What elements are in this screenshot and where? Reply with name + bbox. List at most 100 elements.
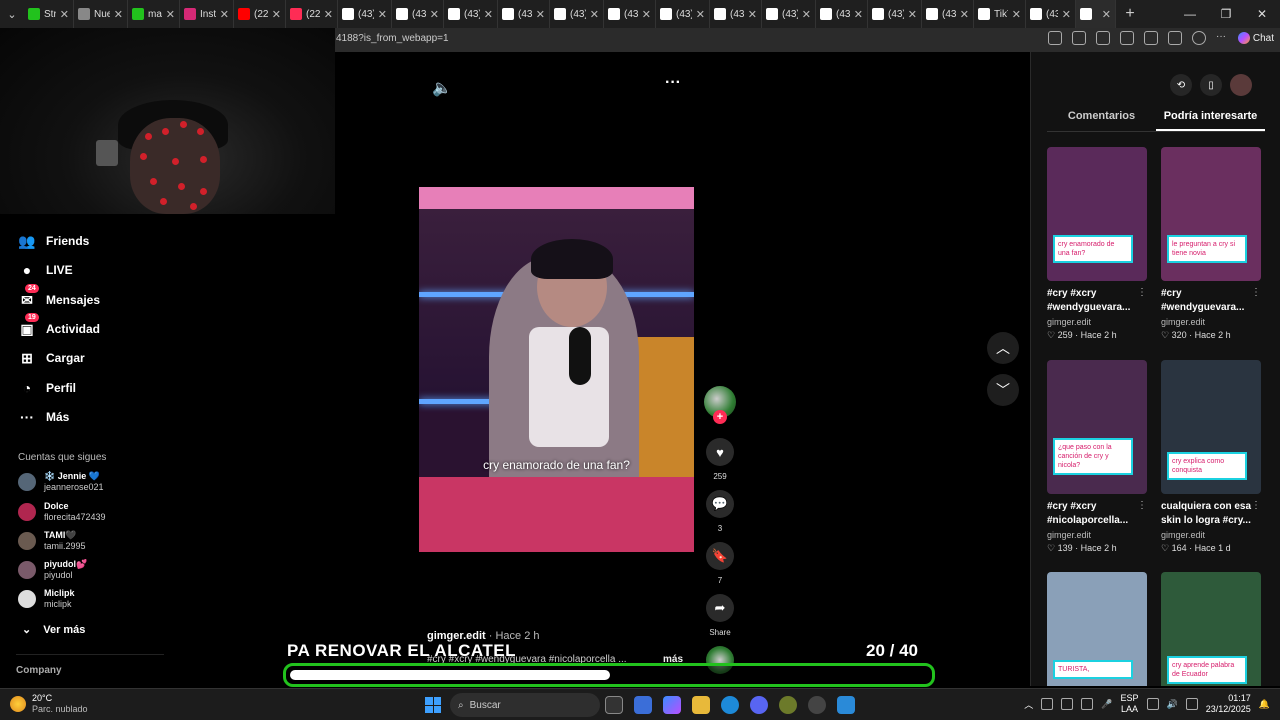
creator-avatar[interactable]: + [702,386,738,424]
comment-icon[interactable]: 💬 [706,490,734,518]
next-video-button[interactable]: ﹀ [987,374,1019,406]
close-tab-icon[interactable]: ✕ [220,8,229,21]
tab-comments[interactable]: Comentarios [1047,110,1156,131]
card-menu-icon[interactable]: ⋮ [1251,287,1261,298]
following-account[interactable]: TAMI🖤 tamii.2995 [18,528,218,554]
tray-chevron-icon[interactable]: ︿ [1024,698,1033,711]
sidebar-item-más[interactable]: ··· Más [18,406,69,428]
sidebar-item-friends[interactable]: 👥 Friends [18,230,89,252]
copilot-app-icon[interactable] [663,696,681,714]
close-tab-icon[interactable]: ✕ [430,8,439,21]
card-title[interactable]: #cry #xcry #wendyguevara... [1047,287,1139,315]
follow-plus-icon[interactable]: + [713,410,727,424]
card-title[interactable]: #cry #xcry #nicolaporcella... [1047,500,1139,528]
notification-bell-icon[interactable]: 🔔 [1259,699,1270,710]
security-icon[interactable] [1168,31,1182,45]
heart-icon[interactable]: ♥ [706,438,734,466]
browser-tab[interactable]: (43) ✕ [338,0,392,28]
browser-tab[interactable]: ✕ [1076,0,1116,28]
browser-tab[interactable]: TikT ✕ [974,0,1026,28]
user-avatar[interactable] [1230,74,1252,96]
browser-tab[interactable]: (43) ✕ [656,0,710,28]
settings-menu-icon[interactable]: ··· [1216,31,1230,45]
store-icon[interactable] [634,696,652,714]
clock[interactable]: 01:17 23/12/2025 [1206,693,1251,715]
sidebar-item-mensajes[interactable]: ✉ 24 Mensajes [18,284,100,311]
edge-icon[interactable] [721,696,739,714]
browser-tab[interactable]: (43) ✕ [762,0,816,28]
recommended-video-card[interactable]: cry aprende palabra de Ecuador [1161,572,1261,686]
battery-icon[interactable] [1185,698,1198,710]
volume-tray-icon[interactable]: 🔊 [1167,699,1178,710]
close-tab-icon[interactable]: ✕ [324,8,333,21]
video-thumbnail[interactable]: cry aprende palabra de Ecuador [1161,572,1261,686]
recommended-video-card[interactable]: cry explica como conquista cualquiera con… [1161,360,1261,554]
close-tab-icon[interactable]: ✕ [590,8,599,21]
close-tab-icon[interactable]: ✕ [1012,8,1021,21]
browser-tab[interactable]: (22) ✕ [234,0,286,28]
browser-tab[interactable]: (43) ✕ [498,0,550,28]
recommended-video-card[interactable]: ¿que paso con la canción de cry y nicola… [1047,360,1147,554]
close-tab-icon[interactable]: ✕ [60,8,69,21]
following-account[interactable]: Miclipk miclipk [18,586,218,612]
close-tab-icon[interactable]: ✕ [642,8,651,21]
language-indicator[interactable]: ESP LAA [1121,693,1139,715]
url-field[interactable]: 4188?is_from_webapp=1 [336,33,449,44]
close-tab-icon[interactable]: ✕ [114,8,123,21]
close-tab-icon[interactable]: ✕ [166,8,175,21]
close-tab-icon[interactable]: ✕ [1062,8,1071,21]
see-more-button[interactable]: ⌄ Ver más [22,623,85,637]
video-thumbnail[interactable]: cry enamorado de una fan? [1047,147,1147,281]
share-icon[interactable]: ➦ [706,594,734,622]
card-menu-icon[interactable]: ⋮ [1251,500,1261,511]
close-tab-icon[interactable]: ✕ [484,8,493,21]
sidebar-item-live[interactable]: ● LIVE [18,259,73,281]
browser-tab[interactable]: (43) ✕ [550,0,604,28]
windows-start-icon[interactable] [425,697,441,713]
card-author[interactable]: gimger.edit [1047,530,1147,540]
weather-widget[interactable]: 20°C Parc. nublado [10,693,88,715]
video-thumbnail[interactable]: TURISTA, [1047,572,1147,686]
tray-app-icon[interactable] [1061,698,1074,710]
sidebar-item-actividad[interactable]: ▣ 19 Actividad [18,313,100,340]
discord-icon[interactable] [750,696,768,714]
comment-button[interactable]: 💬 3 [702,490,738,533]
close-tab-icon[interactable]: ✕ [696,8,705,21]
maximize-icon[interactable]: ❐ [1208,0,1244,28]
close-tab-icon[interactable]: ✕ [960,8,969,21]
browser-tab[interactable]: Nue ✕ [74,0,128,28]
sidebar-item-perfil[interactable]: ◔ Perfil [18,377,76,399]
open-app-icon[interactable] [1048,31,1062,45]
card-author[interactable]: gimger.edit [1161,530,1261,540]
close-window-icon[interactable]: ✕ [1244,0,1280,28]
browser-tab[interactable]: (43) ✕ [444,0,498,28]
following-account[interactable]: Dolce florecita472439 [18,499,218,525]
close-tab-icon[interactable]: ✕ [536,8,545,21]
card-menu-icon[interactable]: ⋮ [1137,500,1147,511]
card-title[interactable]: cualquiera con esa skin lo logra #cry... [1161,500,1253,528]
copilot-chat-button[interactable]: Chat [1237,32,1274,44]
card-author[interactable]: gimger.edit [1047,317,1147,327]
close-tab-icon[interactable]: ✕ [378,8,387,21]
obs-icon[interactable] [808,696,826,714]
close-tab-icon[interactable]: ✕ [908,8,917,21]
network-icon[interactable] [1146,698,1159,710]
following-account[interactable]: piyudol💕 piyudol [18,557,218,583]
app-icon[interactable] [779,696,797,714]
tray-app-icon[interactable] [1081,698,1094,710]
browser-tab[interactable]: (43) ✕ [816,0,868,28]
video-thumbnail[interactable]: ¿que paso con la canción de cry y nicola… [1047,360,1147,494]
minimize-icon[interactable]: — [1172,0,1208,28]
more-options-icon[interactable]: ··· [665,74,681,92]
video-player[interactable]: cry enamorado de una fan? [419,187,694,552]
tray-app-icon[interactable] [1041,698,1054,710]
video-thumbnail[interactable]: le preguntan a cry si tiene novia [1161,147,1261,281]
previous-video-button[interactable]: ︿ [987,332,1019,364]
share-button[interactable]: ➦ Share [702,594,738,637]
following-account[interactable]: ❄️ Jennie 💙 jeannerose021 [18,469,218,495]
browser-tab[interactable]: (43) ✕ [392,0,444,28]
profile-avatar-icon[interactable] [1192,31,1206,45]
close-tab-icon[interactable]: ✕ [272,8,281,21]
close-tab-icon[interactable]: ✕ [802,8,811,21]
save-button[interactable]: 🔖 7 [702,542,738,585]
